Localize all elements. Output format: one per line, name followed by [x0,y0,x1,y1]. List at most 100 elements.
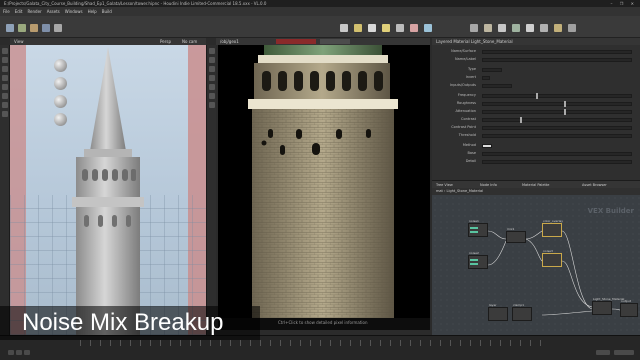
param-vector[interactable] [482,152,632,156]
stop-icon[interactable] [16,350,22,355]
param-row[interactable]: Frequency [436,93,636,99]
node-noise3[interactable]: noise3 [542,249,562,267]
grid-tool-icon[interactable] [54,24,62,32]
scale-tool-icon[interactable] [2,75,8,81]
node-color-overlay[interactable]: color_overlay [542,219,563,237]
slider-handle[interactable] [564,109,566,115]
menu-help[interactable]: Help [88,9,97,14]
normals-icon[interactable] [209,93,215,99]
vr-camera-icon[interactable] [540,24,548,32]
env-light-icon[interactable] [396,24,404,32]
param-slider[interactable] [482,118,632,122]
param-slider[interactable] [482,102,632,106]
param-slider[interactable] [482,126,632,130]
node-layer[interactable]: layer [488,303,508,321]
menu-windows[interactable]: Windows [65,9,83,14]
param-slider[interactable] [482,94,632,98]
param-checkbox[interactable] [482,76,490,80]
network-editor[interactable]: VEX Builder noise1 noise2 mix1 color_ove… [432,195,640,335]
points-icon[interactable] [209,102,215,108]
menu-file[interactable]: File [3,9,10,14]
menu-render[interactable]: Render [27,9,41,14]
rotate-tool-icon[interactable] [2,66,8,72]
param-field[interactable] [482,58,632,62]
param-row[interactable]: Detail [436,159,636,165]
node-noise2[interactable]: noise2 [468,251,488,269]
node-port[interactable] [470,231,478,233]
select-tool-icon[interactable] [2,48,8,54]
caustic-light-icon[interactable] [484,24,492,32]
sky-light-icon[interactable] [410,24,418,32]
param-row[interactable]: Inputs/Outputs [436,83,636,89]
keys-menu-button[interactable] [596,350,610,355]
node-port[interactable] [470,259,478,261]
auto-update-button[interactable] [614,350,634,355]
tube-tool-icon[interactable] [30,24,38,32]
move-tool-icon[interactable] [2,57,8,63]
color-swatch[interactable] [482,144,492,148]
handle-tool-icon[interactable] [2,84,8,90]
tab-node-info[interactable]: Node Info [480,183,497,187]
slider-handle[interactable] [520,117,522,123]
param-field[interactable] [482,68,502,72]
param-slider[interactable] [482,110,632,114]
box-tool-icon[interactable] [18,24,26,32]
param-row[interactable]: Roughness [436,101,636,107]
render-stop-button[interactable] [276,39,316,44]
play-forward-icon[interactable] [24,350,30,355]
node-clamp1[interactable]: clamp1 [512,303,532,321]
param-row[interactable]: Threshold [436,133,636,139]
param-row[interactable]: Type [436,67,636,73]
node-output[interactable]: output [620,299,638,317]
camera-menu[interactable]: No cam [182,39,197,44]
param-row[interactable]: Attenuation [436,109,636,115]
view-tool-icon[interactable] [2,102,8,108]
display-options-icon[interactable] [209,48,215,54]
camera-tool-icon[interactable] [340,24,348,32]
menu-build[interactable]: Build [102,9,112,14]
param-slider[interactable] [482,134,632,138]
menu-edit[interactable]: Edit [15,9,23,14]
render-viewport[interactable]: Ctrl+Click to show detailed pixel inform… [218,45,430,330]
param-field[interactable] [482,84,512,88]
window-controls[interactable]: – ❐ ✕ [611,1,637,6]
param-row[interactable]: Invert [436,75,636,81]
param-row[interactable]: Contrast [436,117,636,123]
timeline-ticks[interactable] [80,340,550,346]
render-camera-menu[interactable] [320,39,350,44]
play-back-icon[interactable] [8,350,14,355]
spot-light-icon[interactable] [368,24,376,32]
distant-light-icon[interactable] [424,24,432,32]
slider-handle[interactable] [564,101,566,107]
area-light-icon[interactable] [382,24,390,32]
param-field[interactable] [482,50,632,54]
shaded-icon[interactable] [209,66,215,72]
snap-tool-icon[interactable] [2,111,8,117]
node-port[interactable] [470,227,478,229]
torus-tool-icon[interactable] [42,24,50,32]
param-row[interactable]: Name/Label [436,57,636,63]
sphere-tool-icon[interactable] [6,24,14,32]
node-light-stone-material[interactable]: Light_Stone_Material [592,297,624,315]
param-vector[interactable] [482,160,632,164]
point-light-icon[interactable] [354,24,362,32]
menu-assets[interactable]: Assets [47,9,60,14]
switcher-icon[interactable] [554,24,562,32]
node-mix1[interactable]: mix1 [506,227,526,243]
param-row[interactable]: Base [436,151,636,157]
param-row[interactable]: Method [436,143,636,149]
lights-icon[interactable] [209,75,215,81]
wireframe-icon[interactable] [209,57,215,63]
ambient-light-icon[interactable] [512,24,520,32]
stereo-camera-icon[interactable] [526,24,534,32]
tab-material-palette[interactable]: Material Palette [522,183,549,187]
persp-menu[interactable]: Persp [160,39,171,44]
portal-light-icon[interactable] [498,24,506,32]
param-row[interactable]: Contrast Point [436,125,636,131]
node-noise1[interactable]: noise1 [468,219,488,237]
scene-viewport-clay[interactable] [10,45,206,335]
gamepad-camera-icon[interactable] [568,24,576,32]
tab-tree-view[interactable]: Tree View [436,183,453,187]
gi-light-icon[interactable] [470,24,478,32]
slider-handle[interactable] [536,93,538,99]
